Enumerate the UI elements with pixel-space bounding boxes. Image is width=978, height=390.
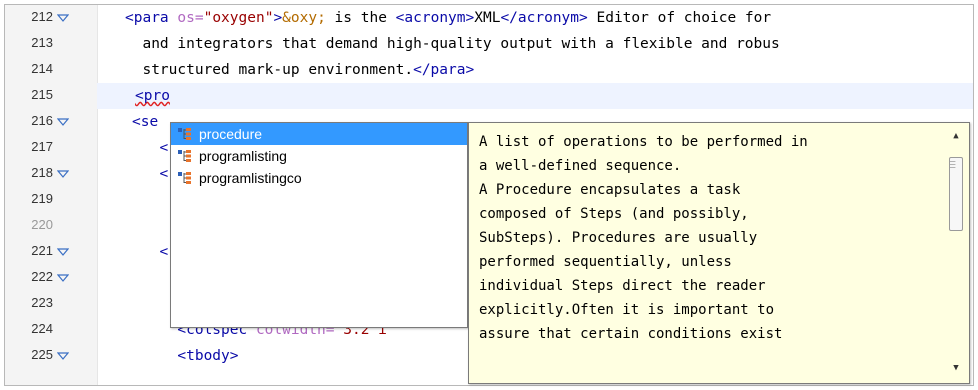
- code-token: <: [142, 166, 169, 182]
- code-token: >: [273, 10, 283, 26]
- fold-triangle-icon[interactable]: [57, 12, 69, 24]
- code-text: <se: [132, 114, 158, 130]
- completion-item-label: programlisting: [199, 148, 287, 164]
- fold-triangle-icon[interactable]: [57, 246, 69, 258]
- line-number: 213: [31, 35, 53, 50]
- doc-line: SubSteps). Procedures are usually: [479, 230, 758, 246]
- line-number: 214: [31, 61, 53, 76]
- element-icon: [178, 128, 191, 140]
- code-text: <para os="oxygen">&oxy; is the <acronym>…: [125, 10, 771, 26]
- line-number: 225: [31, 347, 53, 362]
- doc-scrollbar[interactable]: ▲ — — — ▼: [947, 129, 965, 375]
- documentation-text: A list of operations to be performed in a…: [479, 130, 919, 346]
- line-number: 217: [31, 139, 53, 154]
- completion-item-programlistingco[interactable]: programlistingco: [171, 167, 467, 189]
- code-token: and integrators that demand high-quality…: [125, 36, 780, 52]
- code-token: <: [142, 244, 169, 260]
- code-token: &oxy;: [282, 10, 326, 26]
- code-token: <: [142, 140, 169, 156]
- code-token: <acronym>: [395, 10, 475, 26]
- code-text: <: [142, 244, 168, 260]
- line-number: 222: [31, 269, 53, 284]
- line-number: 218: [31, 165, 53, 180]
- code-token: os=: [177, 10, 204, 26]
- code-token: <pro: [135, 88, 170, 104]
- fold-triangle-icon[interactable]: [57, 350, 69, 362]
- fold-triangle-icon[interactable]: [57, 272, 69, 284]
- editor-line[interactable]: 213 and integrators that demand high-qua…: [5, 31, 973, 57]
- line-number: 219: [31, 191, 53, 206]
- code-token: Editor of choice for: [587, 10, 772, 26]
- doc-line: individual Steps direct the reader: [479, 278, 766, 294]
- fold-triangle-icon[interactable]: [57, 168, 69, 180]
- code-token: <tbody>: [125, 348, 239, 364]
- fold-triangle-icon[interactable]: [57, 116, 69, 128]
- code-text: and integrators that demand high-quality…: [125, 36, 780, 52]
- line-number: 215: [31, 87, 53, 102]
- documentation-popup: A list of operations to be performed in a…: [468, 122, 970, 384]
- code-text: <: [142, 140, 168, 156]
- scroll-down-arrow-icon[interactable]: ▼: [951, 363, 961, 373]
- element-icon: [178, 172, 191, 184]
- doc-line: A list of operations to be performed in: [479, 134, 808, 150]
- completion-item-procedure[interactable]: procedure: [171, 123, 467, 145]
- code-token: "oxygen": [203, 10, 274, 26]
- code-token: <para: [125, 10, 178, 26]
- code-text: <: [142, 166, 168, 182]
- doc-line: composed of Steps (and possibly,: [479, 206, 749, 222]
- line-number: 224: [31, 321, 53, 336]
- doc-line: a well-defined sequence.: [479, 158, 682, 174]
- scroll-up-arrow-icon[interactable]: ▲: [951, 131, 961, 141]
- completion-item-programlisting[interactable]: programlisting: [171, 145, 467, 167]
- completion-item-label: programlistingco: [199, 170, 302, 186]
- line-number: 221: [31, 243, 53, 258]
- code-text: <tbody>: [125, 348, 239, 364]
- code-token: structured mark-up environment.: [125, 62, 414, 78]
- code-token: is the: [325, 10, 396, 26]
- line-number: 223: [31, 295, 53, 310]
- completion-item-label: procedure: [199, 126, 263, 142]
- doc-line: explicitly.Often it is important to: [479, 302, 775, 318]
- editor-line[interactable]: 214 structured mark-up environment.</par…: [5, 57, 973, 83]
- element-icon: [178, 150, 191, 162]
- line-number: 212: [31, 9, 53, 24]
- scroll-grip-icon: — — —: [950, 157, 956, 173]
- doc-line: performed sequentially, unless: [479, 254, 732, 270]
- code-token: XML: [474, 10, 501, 26]
- doc-line: assure that certain conditions exist: [479, 326, 783, 342]
- completion-list[interactable]: procedure programlisting programlistingco: [170, 122, 468, 328]
- doc-line: A Procedure encapsulates a task: [479, 182, 741, 198]
- current-line-highlight: [97, 83, 973, 109]
- code-token: <se: [132, 114, 159, 130]
- editor-line[interactable]: 215 <pro: [5, 83, 973, 109]
- code-text: <pro: [135, 88, 170, 104]
- code-token: </acronym>: [500, 10, 588, 26]
- line-number: 220: [31, 217, 53, 232]
- line-number: 216: [31, 113, 53, 128]
- editor-line[interactable]: 212 <para os="oxygen">&oxy; is the <acron…: [5, 5, 973, 31]
- code-text: structured mark-up environment.</para>: [125, 62, 474, 78]
- code-token: </para>: [413, 62, 475, 78]
